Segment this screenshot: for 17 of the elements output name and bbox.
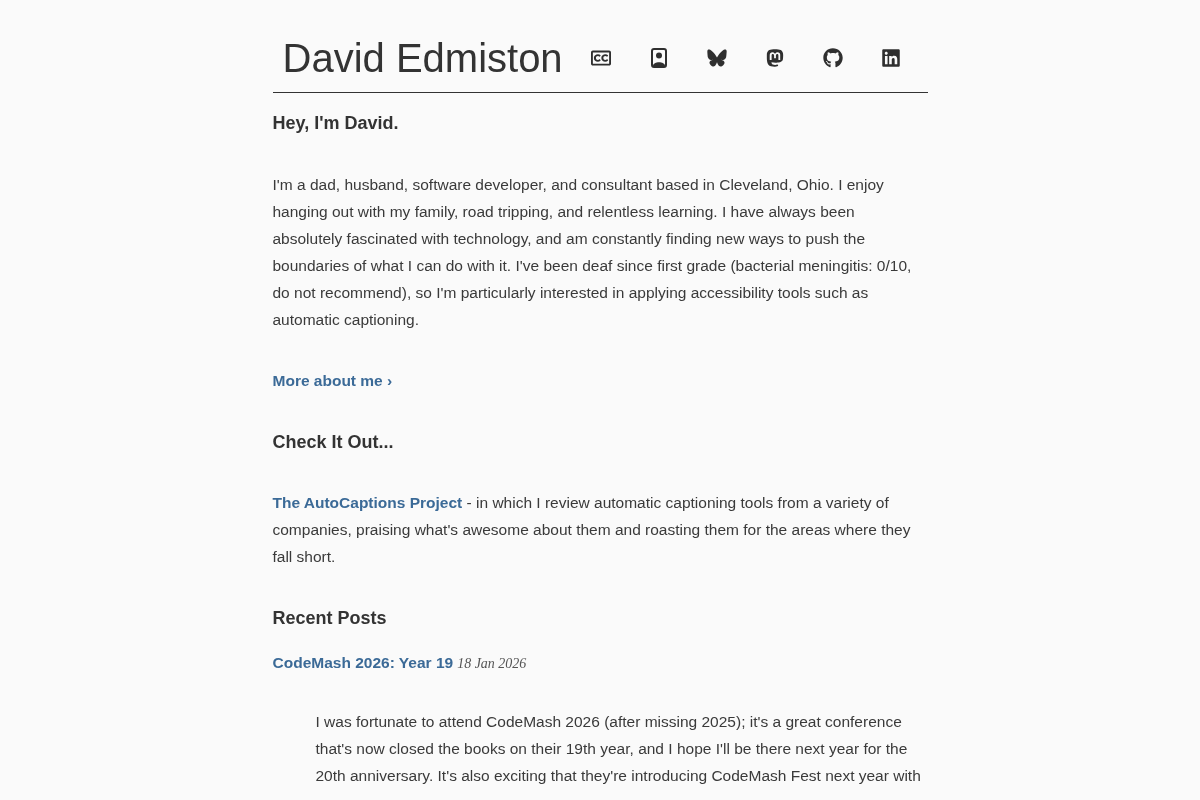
post-title-link[interactable]: CodeMash 2026: Year 19 bbox=[272, 649, 454, 676]
more-about-link[interactable]: More about me › bbox=[272, 372, 393, 389]
intro-paragraph: I'm a dad, husband, software developer, and consultant based in Cleveland, Ohio. I enjoy hanging out with my family, road tripping, and relentless learning. I have always been absolutely fascinated with technology, and am constantly finding new ways to push the boundaries of what I can do with it. I've been deaf since first grade (bacterial meningitis: 0/10, do not recommend), so I'm particularly interested in applying accessibility tools such as automatic captioning. bbox=[272, 175, 913, 330]
section-heading: Recent Posts bbox=[272, 607, 388, 630]
butterfly-icon[interactable] bbox=[706, 48, 727, 68]
post-excerpt: I was fortunate to attend CodeMash 2026 (after missing 2025); it's a great conference that's now closed the books on their 19th year, and I hope I'll be there next year for the 20th anniversary. It's also exciting that they're introducing CodeMash Fest next year with bbox=[315, 712, 922, 786]
github-icon[interactable] bbox=[822, 48, 843, 68]
site-title[interactable]: David Edmiston bbox=[282, 34, 563, 82]
contact-card-icon[interactable] bbox=[648, 48, 669, 68]
closed-captions-icon[interactable] bbox=[590, 48, 611, 68]
mastodon-icon[interactable] bbox=[764, 48, 785, 68]
project-link[interactable]: The AutoCaptions Project bbox=[272, 494, 463, 511]
linkedin-icon[interactable] bbox=[880, 48, 901, 68]
section-heading: Check It Out... bbox=[272, 431, 395, 454]
project-description: The AutoCaptions Project - in which I review automatic captioning tools from a variety of companies, praising what's awesome about them and roasting them for the areas where they fall short. bbox=[272, 493, 912, 567]
section-heading: Hey, I'm David. bbox=[272, 112, 400, 135]
post-date: 18 Jan 2026 bbox=[457, 655, 527, 673]
